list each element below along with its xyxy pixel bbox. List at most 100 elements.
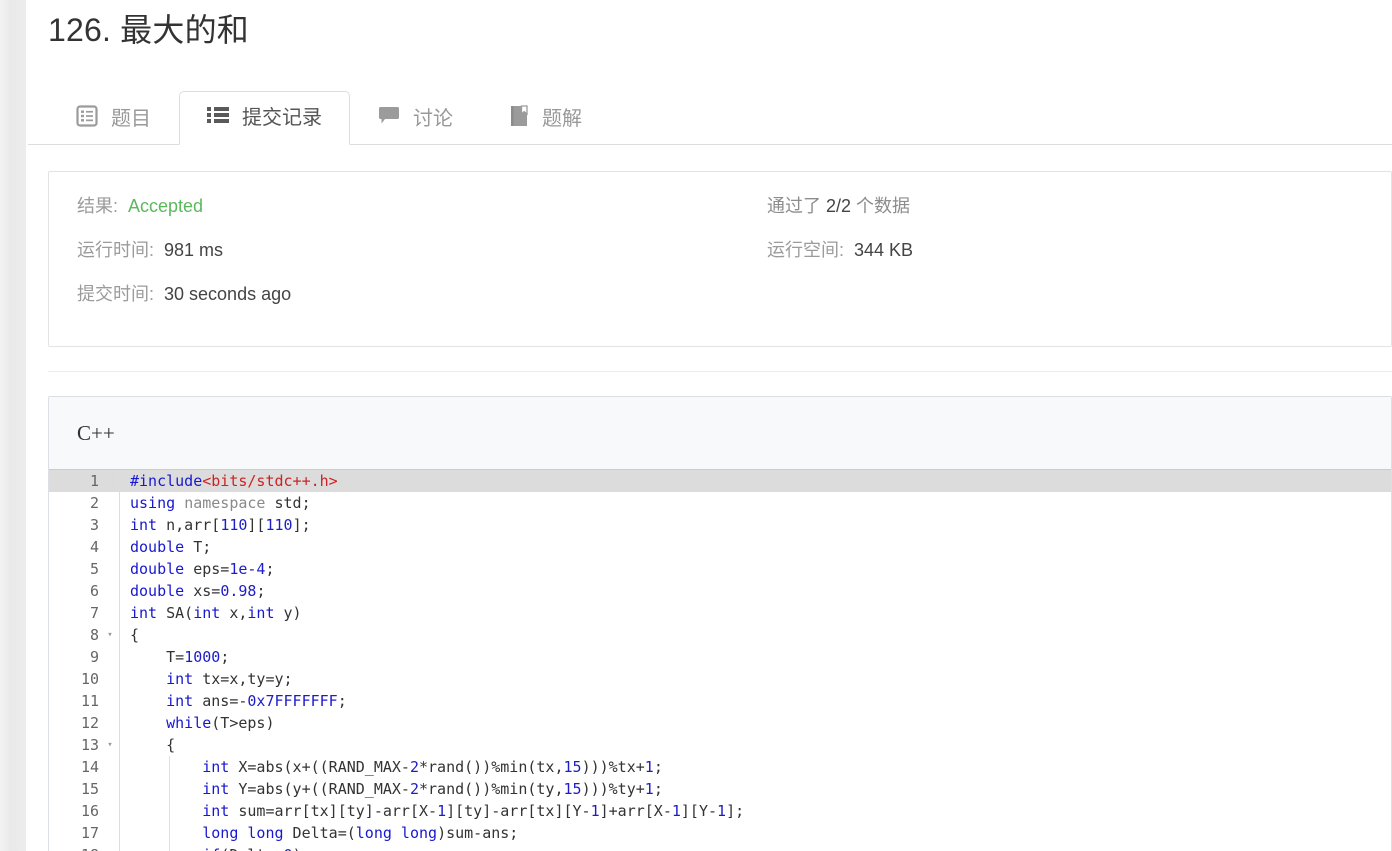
document-list-icon — [76, 104, 98, 133]
tab-discussion[interactable]: 讨论 — [350, 91, 481, 145]
code-line-text: using namespace std; — [119, 492, 1391, 514]
result-testcases-value: 2/2 — [826, 196, 852, 216]
indent-guide — [169, 756, 170, 851]
result-left-column: 结果: Accepted 运行时间: 981 ms 提交时间: 30 secon… — [49, 192, 739, 324]
status-badge: Accepted — [128, 196, 204, 216]
code-line[interactable]: 6 double xs=0.98; — [49, 580, 1391, 602]
result-status-label: 结果: — [77, 196, 119, 216]
line-number: 16 — [49, 800, 101, 822]
code-fold-spacer — [101, 646, 119, 668]
result-submit-time-row: 提交时间: 30 seconds ago — [77, 280, 739, 324]
code-line[interactable]: 2 using namespace std; — [49, 492, 1391, 514]
tab-label: 讨论 — [413, 107, 453, 130]
page-content: 126. 最大的和 题目 提交记录 讨论 题解 结果: Accepted 运行时间: … — [28, 0, 1392, 851]
line-number: 11 — [49, 690, 101, 712]
code-line[interactable]: 12 while(T>eps) — [49, 712, 1391, 734]
code-fold-spacer — [101, 822, 119, 844]
tab-solution[interactable]: 题解 — [481, 91, 610, 145]
section-divider — [48, 371, 1392, 372]
line-number: 12 — [49, 712, 101, 734]
code-line[interactable]: 5 double eps=1e-4; — [49, 558, 1391, 580]
code-fold-spacer — [101, 492, 119, 514]
line-number: 14 — [49, 756, 101, 778]
submission-result-panel: 结果: Accepted 运行时间: 981 ms 提交时间: 30 secon… — [48, 171, 1392, 347]
code-line[interactable]: 8 ▾{ — [49, 624, 1391, 646]
code-line-text: double eps=1e-4; — [119, 558, 1391, 580]
result-submit-time-label: 提交时间: — [77, 284, 155, 304]
code-fold-spacer — [101, 668, 119, 690]
bullet-list-icon — [207, 105, 229, 131]
source-code-panel: C++ 1 #include<bits/stdc++.h> 2 using names… — [48, 396, 1392, 851]
book-icon — [509, 104, 529, 133]
result-testcases-suffix: 个数据 — [856, 196, 911, 216]
code-fold-spacer — [101, 800, 119, 822]
code-fold-spacer — [101, 558, 119, 580]
line-number: 15 — [49, 778, 101, 800]
result-submit-time-value: 30 seconds ago — [164, 284, 292, 304]
code-line-text: #include<bits/stdc++.h> — [119, 470, 1391, 492]
code-fold-spacer — [101, 470, 119, 492]
code-line[interactable]: 13 ▾ { — [49, 734, 1391, 756]
code-language-label: C++ — [49, 397, 1391, 470]
page-title: 126. 最大的和 — [48, 12, 249, 48]
code-fold-toggle-icon[interactable]: ▾ — [101, 624, 119, 646]
code-line[interactable]: 7 int SA(int x,int y) — [49, 602, 1391, 624]
line-number: 2 — [49, 492, 101, 514]
code-line[interactable]: 16 int sum=arr[tx][ty]-arr[X-1][ty]-arr[… — [49, 800, 1391, 822]
page-scroll-strip[interactable] — [0, 0, 27, 851]
code-fold-toggle-icon[interactable]: ▾ — [101, 734, 119, 756]
line-number: 5 — [49, 558, 101, 580]
tab-submissions[interactable]: 提交记录 — [179, 91, 350, 145]
tab-bar: 题目 提交记录 讨论 题解 — [28, 90, 1392, 145]
code-fold-spacer — [101, 756, 119, 778]
tab-problem[interactable]: 题目 — [48, 91, 179, 145]
code-line-text: double T; — [119, 536, 1391, 558]
result-status-row: 结果: Accepted — [77, 192, 739, 236]
line-number: 13 — [49, 734, 101, 756]
line-number: 3 — [49, 514, 101, 536]
code-fold-spacer — [101, 778, 119, 800]
code-line[interactable]: 17 long long Delta=(long long)sum-ans; — [49, 822, 1391, 844]
code-line-text: { — [119, 734, 1391, 756]
code-line-text: double xs=0.98; — [119, 580, 1391, 602]
code-line[interactable]: 3 int n,arr[110][110]; — [49, 514, 1391, 536]
code-fold-spacer — [101, 580, 119, 602]
code-line-text: int n,arr[110][110]; — [119, 514, 1391, 536]
tab-label: 题解 — [542, 107, 582, 130]
code-line-text: { — [119, 624, 1391, 646]
code-line-text: int X=abs(x+((RAND_MAX-2*rand())%min(tx,… — [119, 756, 1391, 778]
result-right-column: 通过了 2/2 个数据 运行空间: 344 KB — [739, 192, 913, 324]
code-line[interactable]: 9 T=1000; — [49, 646, 1391, 668]
code-line[interactable]: 15 int Y=abs(y+((RAND_MAX-2*rand())%min(… — [49, 778, 1391, 800]
line-number: 7 — [49, 602, 101, 624]
code-line[interactable]: 14 int X=abs(x+((RAND_MAX-2*rand())%min(… — [49, 756, 1391, 778]
code-line-text: if(Delta>0) — [119, 844, 1391, 851]
line-number: 10 — [49, 668, 101, 690]
result-memory-label: 运行空间: — [767, 240, 845, 260]
code-line-text: long long Delta=(long long)sum-ans; — [119, 822, 1391, 844]
code-line[interactable]: 1 #include<bits/stdc++.h> — [49, 470, 1391, 492]
code-editor[interactable]: 1 #include<bits/stdc++.h> 2 using namespace… — [49, 470, 1391, 851]
code-fold-spacer — [101, 514, 119, 536]
code-line[interactable]: 10 int tx=x,ty=y; — [49, 668, 1391, 690]
line-number: 1 — [49, 470, 101, 492]
code-line-text: T=1000; — [119, 646, 1391, 668]
code-line-text: int Y=abs(y+((RAND_MAX-2*rand())%min(ty,… — [119, 778, 1391, 800]
result-runtime-label: 运行时间: — [77, 240, 155, 260]
result-testcases-row: 通过了 2/2 个数据 — [767, 192, 913, 236]
result-runtime-row: 运行时间: 981 ms — [77, 236, 739, 280]
line-number: 8 — [49, 624, 101, 646]
line-number: 17 — [49, 822, 101, 844]
code-line[interactable]: 4 double T; — [49, 536, 1391, 558]
result-memory-value: 344 KB — [854, 240, 914, 260]
code-line-text: while(T>eps) — [119, 712, 1391, 734]
code-line[interactable]: 18 if(Delta>0) — [49, 844, 1391, 851]
code-line[interactable]: 11 int ans=-0x7FFFFFFF; — [49, 690, 1391, 712]
code-fold-spacer — [101, 536, 119, 558]
code-fold-spacer — [101, 602, 119, 624]
line-number: 18 — [49, 844, 101, 851]
code-fold-spacer — [101, 712, 119, 734]
code-line-text: int SA(int x,int y) — [119, 602, 1391, 624]
result-testcases-prefix: 通过了 — [767, 196, 821, 216]
result-memory-row: 运行空间: 344 KB — [767, 236, 913, 280]
